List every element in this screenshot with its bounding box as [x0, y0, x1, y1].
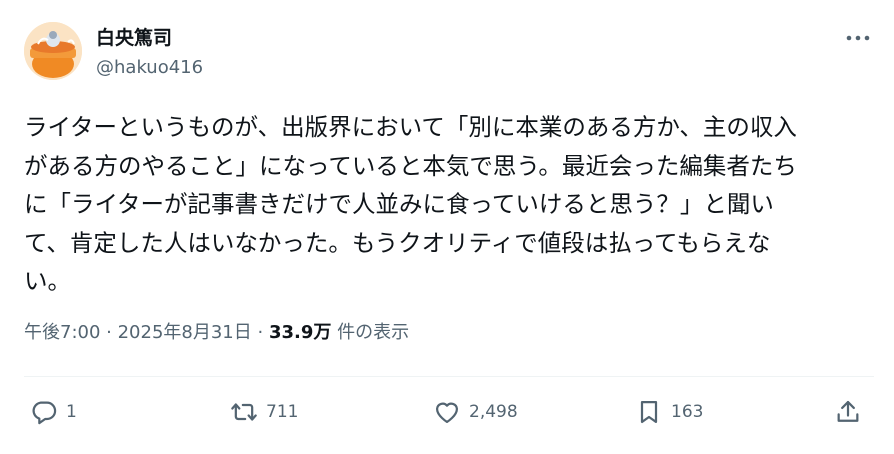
bookmark-count: 163: [671, 402, 704, 422]
tweet-time[interactable]: 午後7:00: [24, 322, 100, 343]
tweet-line: に「ライターが記事書きだけで人並みに食っていけると思う？」と聞い: [24, 190, 774, 218]
tweet-text: ライターというものが、出版界において「別に本業のある方か、主の収入 がある方のや…: [24, 108, 874, 301]
retweet-icon: [231, 403, 257, 421]
more-options-button[interactable]: [842, 26, 874, 50]
tweet-meta: 午後7:00 · 2025年8月31日 · 33.9万 件の表示: [24, 320, 409, 346]
view-label: 件の表示: [331, 322, 410, 343]
bookmark-icon: [640, 400, 658, 424]
tweet-line: て、肯定した人はいなかった。もうクオリティで値段は払ってもらえな: [24, 228, 771, 257]
tweet-line: がある方のやること」になっていると本気で思う。最近会った編集者たち: [24, 151, 797, 180]
reply-count: 1: [66, 402, 77, 422]
heart-icon: [435, 402, 459, 424]
meta-separator: ·: [100, 322, 118, 343]
display-name[interactable]: 白央篤司: [96, 26, 172, 50]
avatar[interactable]: [24, 22, 82, 80]
bookmark-button[interactable]: 163: [635, 397, 703, 427]
like-button[interactable]: 2,498: [433, 397, 518, 427]
share-button[interactable]: [834, 397, 862, 427]
view-count: 33.9万: [268, 322, 332, 343]
retweet-count: 711: [266, 402, 299, 422]
reply-icon: [32, 401, 57, 425]
reply-button[interactable]: 1: [30, 397, 77, 427]
divider: [24, 376, 874, 377]
tweet-line: い。: [24, 267, 71, 295]
like-count: 2,498: [469, 402, 518, 422]
retweet-button[interactable]: 711: [230, 397, 298, 427]
tweet-line: ライターというものが、出版界において「別に本業のある方か、主の収入: [24, 113, 797, 141]
meta-separator: ·: [251, 322, 269, 343]
user-handle[interactable]: @hakuo416: [96, 56, 203, 80]
pot-avatar-icon: [24, 22, 82, 80]
more-dots-icon: [846, 35, 870, 41]
tweet-date[interactable]: 2025年8月31日: [118, 322, 252, 343]
share-icon: [837, 400, 859, 422]
